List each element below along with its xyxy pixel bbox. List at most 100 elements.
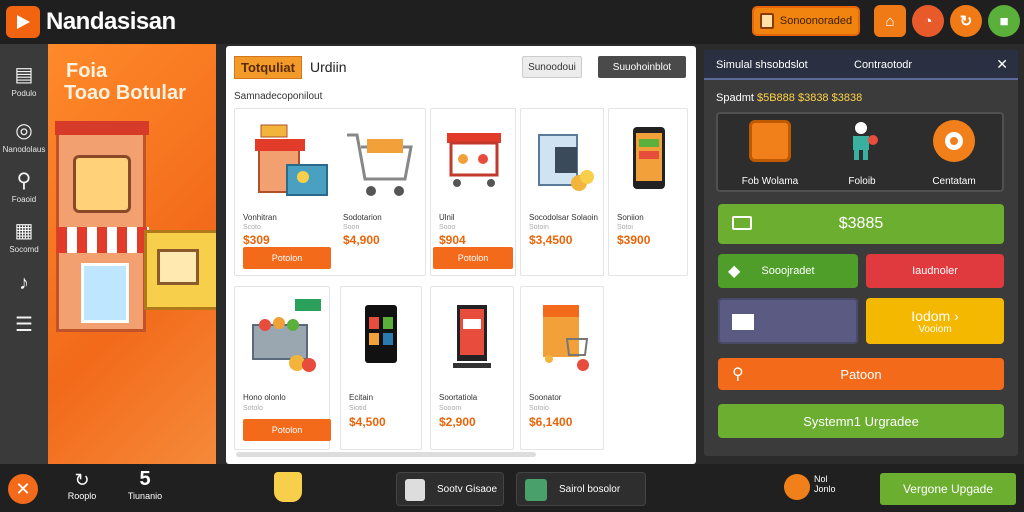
system-upgrade-button[interactable]: Systemn1 Urgradee [718, 404, 1004, 438]
smartphone-image [633, 127, 665, 189]
secondary-right-button[interactable]: Iaudnoler [866, 254, 1004, 288]
buy-button[interactable]: Potolon [243, 419, 331, 441]
phone-case-image [365, 305, 397, 363]
timer-widget[interactable]: 5 Tiunanio [124, 468, 166, 501]
refresh-button[interactable]: ↻ Rooplo [64, 470, 100, 501]
bag-icon[interactable]: ◔ [912, 5, 944, 37]
yellow-label-1: Iodom › [911, 307, 959, 324]
vending-machine-image [538, 134, 594, 191]
wallet-icon [732, 216, 752, 230]
product-card[interactable]: Ulnil Sooo $904 Potolon [430, 108, 516, 276]
header-label-a: Simulal shsobdslot [716, 59, 808, 71]
collapse-icon[interactable]: ✕ [996, 56, 1008, 73]
rail-item-nanodolaus[interactable]: ◎ Nanodolaus [0, 120, 48, 154]
close-icon[interactable]: ✕ [8, 474, 38, 504]
product-name: Vonhitran [243, 213, 277, 222]
storefront-icon[interactable]: ⌂ [874, 5, 906, 37]
product-sub: Sotoin [529, 224, 549, 231]
product-sub: Sooo [439, 224, 456, 231]
product-panel: Totquliat Urdiin Sunoodoui Suuohoinblot … [226, 46, 696, 464]
refresh-label: Rooplo [67, 491, 97, 501]
yellow-button[interactable]: Iodom › Vooiom [866, 298, 1004, 344]
bottom-pill-1[interactable]: Sootv Gisaoe [396, 472, 504, 506]
promo-banner[interactable]: Foia Toao Botular [48, 44, 216, 464]
product-name: Ulnil [439, 213, 455, 222]
product-card[interactable]: Soortatiola Sooom $2,900 [430, 286, 514, 450]
top-action-button[interactable]: Sonoonoraded [752, 6, 860, 36]
tool-centatam[interactable]: Centatam [914, 120, 994, 187]
control-panel: Simulal shsobdslot Contraotodr ✕ Spadmt … [704, 50, 1018, 456]
list-icon: ☰ [15, 314, 33, 336]
product-card[interactable]: Soniion Sotoi $3900 [608, 108, 688, 276]
header-label-b: Contraotodr [854, 59, 913, 71]
purple-button[interactable] [718, 298, 858, 344]
product-name: Sodotarion [343, 213, 382, 222]
search-button[interactable]: ⚲ Patoon [718, 358, 1004, 390]
map-icon [732, 314, 754, 330]
compass-icon: ◎ [15, 120, 33, 142]
product-price: $309 [243, 233, 270, 247]
balance-button[interactable]: $3885 [718, 204, 1004, 244]
product-card[interactable]: Ecitain Siotid $4,500 [340, 286, 422, 450]
shop-illustration [144, 230, 216, 310]
horizontal-scrollbar[interactable] [236, 452, 536, 457]
product-sub: Sooom [439, 405, 462, 412]
rail-item-socomd[interactable]: ▦ Socomd [0, 220, 48, 254]
product-card[interactable]: Hono olonlo Sotolo Potolon [234, 286, 331, 450]
tool-fob-wolama[interactable]: Fob Wolama [730, 120, 810, 187]
shopping-cart-image [347, 133, 413, 196]
tag-icon: ◆ [728, 263, 741, 280]
product-name: Soniion [617, 213, 644, 222]
product-price: $2,900 [439, 415, 476, 429]
produce-box-image [252, 299, 321, 372]
rail-label: Nanodolaus [2, 145, 46, 154]
product-price: $3900 [617, 233, 651, 247]
timer-number: 5 [139, 468, 151, 490]
notepad-icon [749, 120, 791, 162]
cart-stall-image [447, 133, 501, 187]
rail-item-foaoid[interactable]: ⚲ Foaoid [0, 170, 48, 204]
settings-gear-icon[interactable] [784, 474, 810, 500]
storefront-illustration [55, 121, 149, 332]
tool-foloib[interactable]: Foloib [822, 120, 902, 187]
gear-icon [933, 120, 975, 162]
rail-item-guitar[interactable]: ♪ [0, 272, 48, 294]
app-title: Nandasisan [46, 8, 176, 35]
product-card[interactable]: Vonhitran Scoto $309 Potolon Sodotarion … [234, 108, 426, 276]
product-name: Ecitain [349, 393, 374, 402]
cup-icon[interactable] [274, 472, 302, 502]
product-price: $4,900 [343, 233, 380, 247]
refresh-icon[interactable]: ↻ [950, 5, 982, 37]
filter-button[interactable]: Sunoodoui [522, 56, 582, 78]
rail-label: Socomd [9, 245, 39, 254]
logo-icon [6, 6, 40, 38]
sort-button[interactable]: Suuohoinblot [598, 56, 686, 78]
product-card[interactable]: Soonator Sotoio $6,1400 [520, 286, 604, 450]
timer-label: Tiunanio [127, 491, 163, 501]
yellow-label-2: Vooiom [918, 323, 952, 335]
control-panel-header: Simulal shsobdslot Contraotodr ✕ [704, 50, 1018, 80]
product-sub: Soon [343, 224, 360, 231]
product-card[interactable]: Socodolsar Solaoin Sotoin $3,4500 [520, 108, 604, 276]
product-sub: Sotoi [617, 224, 633, 231]
status-line: Spadmt $5B888 $3838 $3838 [716, 92, 862, 104]
rail-item-podulo[interactable]: ▤ Podulo [0, 64, 48, 98]
rail-item-list[interactable]: ☰ [0, 314, 48, 336]
buy-button[interactable]: Potolon [243, 247, 331, 269]
right-label-1: Nol [814, 474, 828, 484]
balance-label: $3885 [838, 215, 884, 232]
square-icon[interactable]: ■ [988, 5, 1020, 37]
product-sub: Scoto [243, 224, 261, 231]
app-window: Nandasisan Sonoonoraded ⌂ ◔ ↻ ■ ▤ Podulo… [0, 0, 1024, 512]
clapper-icon: ▤ [14, 64, 34, 86]
tool-label: Centatam [932, 176, 976, 187]
right-label-stack: Nol Jonlo [814, 474, 846, 494]
secondary-left-button[interactable]: ◆ Sooojradet [718, 254, 858, 288]
promo-line-1: Foia [66, 60, 108, 82]
secondary-right-label: Iaudnoler [912, 265, 958, 277]
buy-button[interactable]: Potolon [433, 247, 513, 269]
version-upgrade-button[interactable]: Vergone Upgade [880, 473, 1016, 505]
bottom-pill-2[interactable]: Sairol bosolor [516, 472, 646, 506]
search-icon: ⚲ [732, 366, 744, 383]
product-name: Socodolsar Solaoin [529, 213, 598, 222]
